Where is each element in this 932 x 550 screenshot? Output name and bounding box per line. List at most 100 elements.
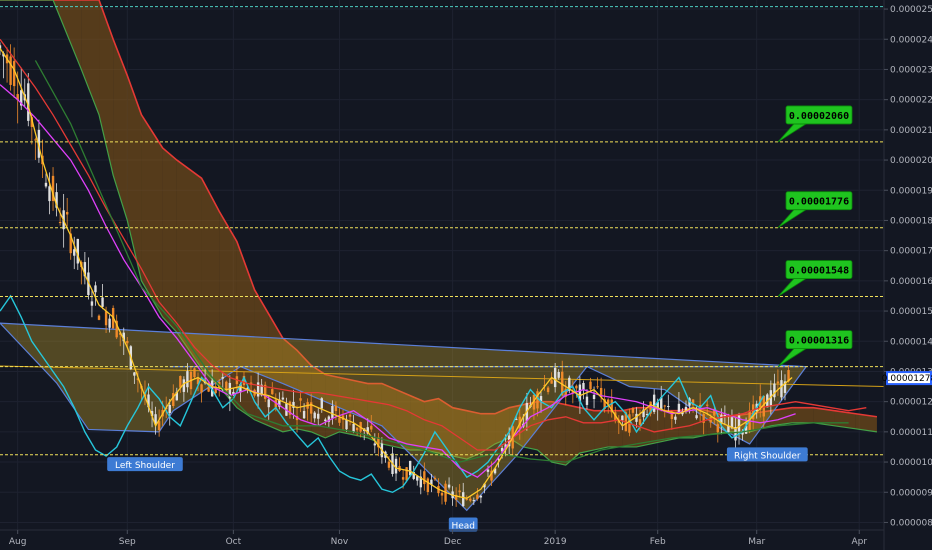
candle-body (324, 419, 327, 422)
candle-body (126, 340, 129, 344)
candle-body (299, 398, 302, 401)
candle-body (387, 461, 391, 468)
candle-body (462, 492, 465, 507)
candle-body (553, 367, 557, 388)
candle-body (433, 477, 437, 480)
candle-body (423, 471, 426, 485)
y-tick-label: 0.00002000 (890, 156, 932, 166)
y-tick-label: 0.00001500 (890, 307, 932, 317)
candle-body (582, 382, 585, 390)
y-tick-label: 0.00000800 (890, 518, 932, 528)
candle-body (65, 211, 69, 215)
candle-body (706, 404, 709, 406)
pattern-label-text: Right Shoulder (734, 451, 801, 461)
candle-body (695, 415, 698, 419)
candle-body (447, 484, 451, 488)
target-label-text: 0.00001776 (789, 197, 849, 208)
candle-body (370, 425, 373, 430)
y-tick-label: 0.00001700 (890, 247, 932, 257)
candle-body (313, 412, 316, 419)
y-tick-label: 0.00001400 (890, 337, 932, 347)
candle-body (469, 498, 472, 501)
candle-body (585, 396, 589, 405)
x-tick-label: Sep (119, 537, 136, 547)
candle-body (334, 405, 338, 412)
candle-body (9, 56, 12, 85)
candle-body (557, 372, 560, 378)
candle-body (780, 380, 783, 398)
candle-body (104, 311, 108, 326)
candle-body (345, 419, 348, 430)
x-tick-label: Mar (748, 537, 765, 547)
candle-body (331, 405, 334, 419)
candle-body (338, 417, 341, 423)
y-tick-label: 0.00001900 (890, 186, 932, 196)
candle-body (73, 249, 76, 256)
x-tick-label: Dec (444, 537, 461, 547)
candle-body (652, 394, 656, 412)
cloud-segment (162, 147, 177, 333)
x-tick-label: Oct (226, 537, 242, 547)
candle-body (133, 372, 136, 376)
candle-body (168, 404, 171, 414)
y-tick-label: 0.00001100 (890, 428, 932, 438)
candle-body (256, 382, 260, 397)
candle-body (221, 377, 224, 379)
candle-body (94, 285, 97, 293)
target-label-text: 0.00002060 (789, 111, 849, 122)
y-tick-label: 0.00001800 (890, 216, 932, 226)
candle-body (193, 368, 196, 378)
candle-body (101, 297, 104, 307)
candle-body (546, 387, 550, 393)
candle-body (575, 385, 578, 389)
chart-root: 0.00001316 0.00001548 0.00001776 0.00002060… (0, 0, 932, 550)
y-tick-label: 0.00002100 (890, 126, 932, 136)
candle-body (34, 139, 37, 141)
price-chart[interactable]: 0.00001316 0.00001548 0.00001776 0.00002060… (0, 0, 932, 550)
candle-body (172, 393, 175, 407)
candle-body (716, 424, 720, 433)
cloud-segment (792, 407, 814, 423)
candle-body (267, 399, 270, 408)
candle-body (667, 405, 670, 408)
candle-body (472, 500, 476, 502)
candle-body (302, 410, 306, 419)
candle-body (596, 386, 599, 388)
y-tick-label: 0.00001200 (890, 398, 932, 408)
cloud-segment (551, 401, 566, 466)
candle-body (440, 492, 444, 496)
candle-body (776, 381, 780, 384)
candle-body (200, 384, 203, 393)
candle-body (355, 427, 359, 431)
candle-body (44, 182, 48, 187)
candle-body (476, 494, 479, 500)
candle-body (479, 495, 483, 498)
candle-body (426, 478, 430, 493)
current-price-label: 0.00001278 (882, 374, 932, 384)
cloud-segment (579, 407, 595, 453)
candle-body (458, 490, 461, 493)
candle-body (281, 397, 285, 400)
y-tick-label: 0.00001000 (890, 458, 932, 468)
x-tick-label: Feb (650, 537, 666, 547)
candle-body (405, 467, 408, 481)
candle-body (157, 421, 161, 431)
candle-body (90, 301, 94, 306)
candle-body (186, 371, 189, 388)
target-label-text: 0.00001316 (789, 336, 849, 347)
candle-body (373, 443, 377, 446)
x-tick-label: Apr (851, 537, 867, 547)
candle-body (663, 405, 666, 407)
candle-body (348, 414, 352, 417)
candle-body (550, 380, 553, 384)
x-tick-label: 2019 (544, 537, 567, 547)
candle-body (465, 498, 468, 500)
y-tick-label: 0.00002400 (890, 35, 932, 45)
candle-body (631, 408, 635, 413)
x-tick-label: Aug (9, 537, 27, 547)
candle-body (408, 460, 412, 476)
y-tick-label: 0.00001600 (890, 277, 932, 287)
candle-body (723, 415, 727, 417)
candle-body (317, 413, 320, 419)
candle-body (352, 423, 355, 433)
